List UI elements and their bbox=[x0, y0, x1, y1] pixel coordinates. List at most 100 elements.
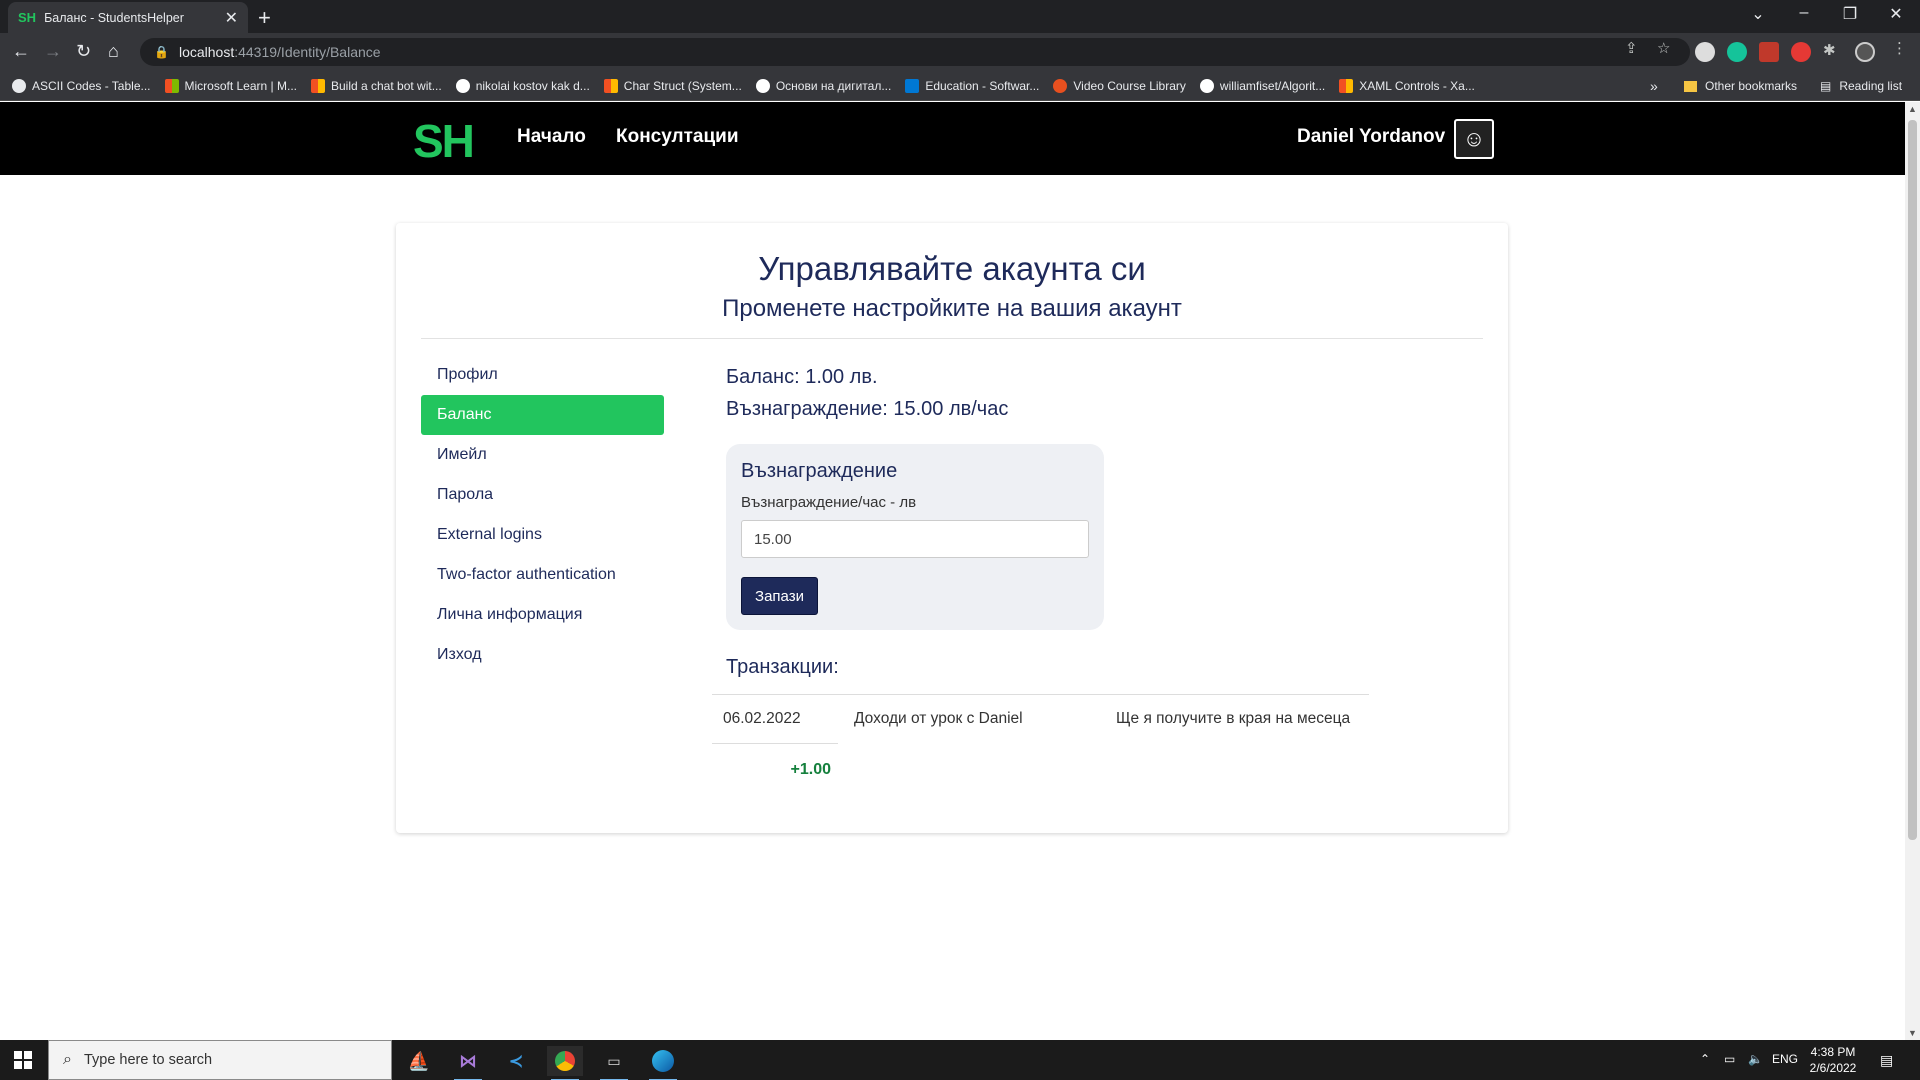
clock-time: 4:38 PM bbox=[1810, 1045, 1856, 1059]
address-bar[interactable]: 🔒 localhost :44319/Identity/Balance bbox=[140, 38, 1690, 66]
minimize-icon[interactable]: – bbox=[1781, 4, 1827, 22]
close-tab-icon[interactable]: ✕ bbox=[225, 8, 238, 28]
more-bookmarks-icon[interactable]: » bbox=[1650, 71, 1658, 101]
language-indicator[interactable]: ENG bbox=[1772, 1052, 1798, 1066]
microsoft-icon bbox=[164, 78, 179, 93]
sidebar-item-email[interactable]: Имейл bbox=[421, 435, 664, 475]
sidebar-item-balance[interactable]: Баланс bbox=[421, 395, 664, 435]
vscode-icon[interactable]: ≺ bbox=[498, 1046, 534, 1076]
nav-home-link[interactable]: Начало bbox=[517, 126, 586, 148]
page-title: Управлявайте акаунта си bbox=[758, 250, 1146, 287]
sidebar-item-password[interactable]: Парола bbox=[421, 475, 664, 515]
other-bookmarks[interactable]: Other bookmarks bbox=[1684, 71, 1797, 101]
balance-text: Баланс: 1.00 лв. bbox=[726, 366, 878, 388]
sidebar-item-logout[interactable]: Изход bbox=[421, 635, 664, 675]
table-divider bbox=[712, 694, 1369, 695]
bookmark-item[interactable]: Build a chat bot wit... bbox=[310, 78, 442, 93]
transaction-date: 06.02.2022 bbox=[723, 710, 801, 727]
bookmark-item[interactable]: Video Course Library bbox=[1053, 78, 1186, 93]
site-navbar: SH Начало Консултации Daniel Yordanov ☺ bbox=[0, 102, 1905, 175]
nav-consultations-link[interactable]: Консултации bbox=[616, 126, 739, 148]
azure-icon bbox=[905, 78, 920, 93]
close-window-icon[interactable]: ✕ bbox=[1873, 4, 1919, 24]
share-icon[interactable]: ⇪ bbox=[1625, 39, 1638, 57]
bookmarks-bar: ASCII Codes - Table... Microsoft Learn |… bbox=[0, 71, 1920, 101]
scroll-down-icon[interactable]: ▼ bbox=[1908, 1028, 1917, 1038]
video-icon bbox=[1053, 78, 1068, 93]
bookmark-item[interactable]: Основи на дигитал... bbox=[755, 78, 891, 93]
bookmark-item[interactable]: Education - Softwar... bbox=[905, 78, 1039, 93]
bookmark-item[interactable]: ASCII Codes - Table... bbox=[12, 78, 151, 93]
microsoft-icon bbox=[1339, 78, 1354, 93]
scroll-up-icon[interactable]: ▲ bbox=[1908, 104, 1917, 114]
url-path: :44319/Identity/Balance bbox=[234, 44, 381, 60]
forward-icon[interactable]: → bbox=[44, 41, 62, 62]
chrome-icon[interactable] bbox=[547, 1046, 583, 1080]
page-scrollbar[interactable]: ▲ ▼ bbox=[1905, 102, 1920, 1040]
reward-field-label: Възнаграждение/час - лв bbox=[741, 494, 917, 511]
grammarly-icon[interactable] bbox=[1727, 42, 1747, 62]
volume-icon[interactable]: 🔈 bbox=[1748, 1052, 1763, 1066]
save-button[interactable]: Запази bbox=[741, 577, 818, 615]
back-icon[interactable]: ← bbox=[12, 41, 30, 62]
site-logo[interactable]: SH bbox=[413, 114, 475, 168]
sidebar-item-external-logins[interactable]: External logins bbox=[421, 515, 664, 555]
sidebar-item-personal-info[interactable]: Лична информация bbox=[421, 595, 664, 635]
extension-pdf-icon[interactable] bbox=[1759, 42, 1779, 62]
taskbar-search[interactable]: ⌕ Type here to search bbox=[48, 1040, 392, 1080]
app-icon[interactable]: ⛵ bbox=[401, 1046, 437, 1076]
windows-taskbar: ⌕ Type here to search ⛵ ⋈ ≺ ▭ ⌃ ▭ 🔈 ENG … bbox=[0, 1040, 1920, 1080]
windows-start-icon[interactable] bbox=[14, 1051, 32, 1069]
bookmark-item[interactable]: Microsoft Learn | M... bbox=[164, 78, 297, 93]
transactions-title: Транзакции: bbox=[726, 656, 839, 678]
search-icon: ⌕ bbox=[63, 1051, 72, 1068]
new-tab-icon[interactable]: + bbox=[258, 5, 271, 31]
clock-date: 2/6/2022 bbox=[1809, 1061, 1857, 1075]
browser-tab-strip: SH Баланс - StudentsHelper ✕ + ⌄ – ❐ ✕ bbox=[0, 0, 1920, 33]
browser-toolbar: ← → ↻ ⌂ 🔒 localhost :44319/Identity/Bala… bbox=[0, 33, 1920, 71]
reward-input[interactable] bbox=[741, 520, 1089, 558]
bookmark-item[interactable]: williamfiset/Algorit... bbox=[1199, 78, 1325, 93]
microsoft-icon bbox=[310, 78, 325, 93]
transaction-description: Доходи от урок с Daniel bbox=[854, 710, 1023, 727]
user-name-link[interactable]: Daniel Yordanov bbox=[1297, 126, 1445, 148]
visual-studio-icon[interactable]: ⋈ bbox=[450, 1046, 486, 1080]
transaction-amount: +1.00 bbox=[790, 761, 831, 778]
bookmark-item[interactable]: XAML Controls - Xa... bbox=[1339, 78, 1475, 93]
scrollbar-thumb[interactable] bbox=[1908, 120, 1917, 840]
terminal-icon[interactable]: ▭ bbox=[596, 1046, 632, 1080]
reload-icon[interactable]: ↻ bbox=[76, 41, 91, 62]
edge-icon[interactable] bbox=[645, 1046, 681, 1080]
bookmark-item[interactable]: nikolai kostov kak d... bbox=[455, 78, 590, 93]
notifications-icon[interactable]: ▤ bbox=[1880, 1052, 1893, 1069]
system-clock[interactable]: 4:38 PM 2/6/2022 bbox=[1803, 1044, 1863, 1076]
menu-icon[interactable]: ⋮ bbox=[1892, 39, 1907, 57]
table-divider bbox=[712, 743, 838, 744]
page-subtitle: Променете настройките на вашия акаунт bbox=[722, 295, 1182, 322]
extension-red-icon[interactable] bbox=[1791, 42, 1811, 62]
reading-list[interactable]: ▤ Reading list bbox=[1820, 71, 1902, 101]
network-icon[interactable]: ▭ bbox=[1724, 1052, 1735, 1066]
home-icon[interactable]: ⌂ bbox=[108, 41, 119, 62]
puzzle-icon[interactable]: ✱ bbox=[1823, 41, 1836, 59]
browser-tab[interactable]: SH Баланс - StudentsHelper ✕ bbox=[8, 2, 248, 33]
account-card: Управлявайте акаунта си Променете настро… bbox=[396, 223, 1508, 833]
google-icon bbox=[455, 78, 470, 93]
sidebar-item-profile[interactable]: Профил bbox=[421, 355, 664, 395]
bookmark-star-icon[interactable]: ☆ bbox=[1657, 39, 1670, 57]
url-host: localhost bbox=[178, 44, 235, 60]
show-hidden-icons-icon[interactable]: ⌃ bbox=[1700, 1052, 1710, 1066]
restore-icon[interactable]: ❐ bbox=[1827, 4, 1873, 24]
sidebar-item-two-factor[interactable]: Two-factor authentication bbox=[421, 555, 664, 595]
tab-search-icon[interactable]: ⌄ bbox=[1735, 4, 1781, 24]
transaction-status: Ще я получите в края на месеца bbox=[1116, 710, 1351, 727]
folder-icon bbox=[1684, 80, 1697, 92]
bookmark-favicon-icon bbox=[12, 78, 26, 93]
reading-list-icon: ▤ bbox=[1820, 79, 1832, 93]
avatar[interactable]: ☺ bbox=[1454, 119, 1494, 159]
bookmark-item[interactable]: Char Struct (System... bbox=[603, 78, 742, 93]
search-placeholder: Type here to search bbox=[83, 1052, 213, 1068]
extension-icon[interactable] bbox=[1695, 42, 1715, 62]
profile-icon[interactable] bbox=[1855, 42, 1875, 62]
google-icon bbox=[755, 78, 770, 93]
